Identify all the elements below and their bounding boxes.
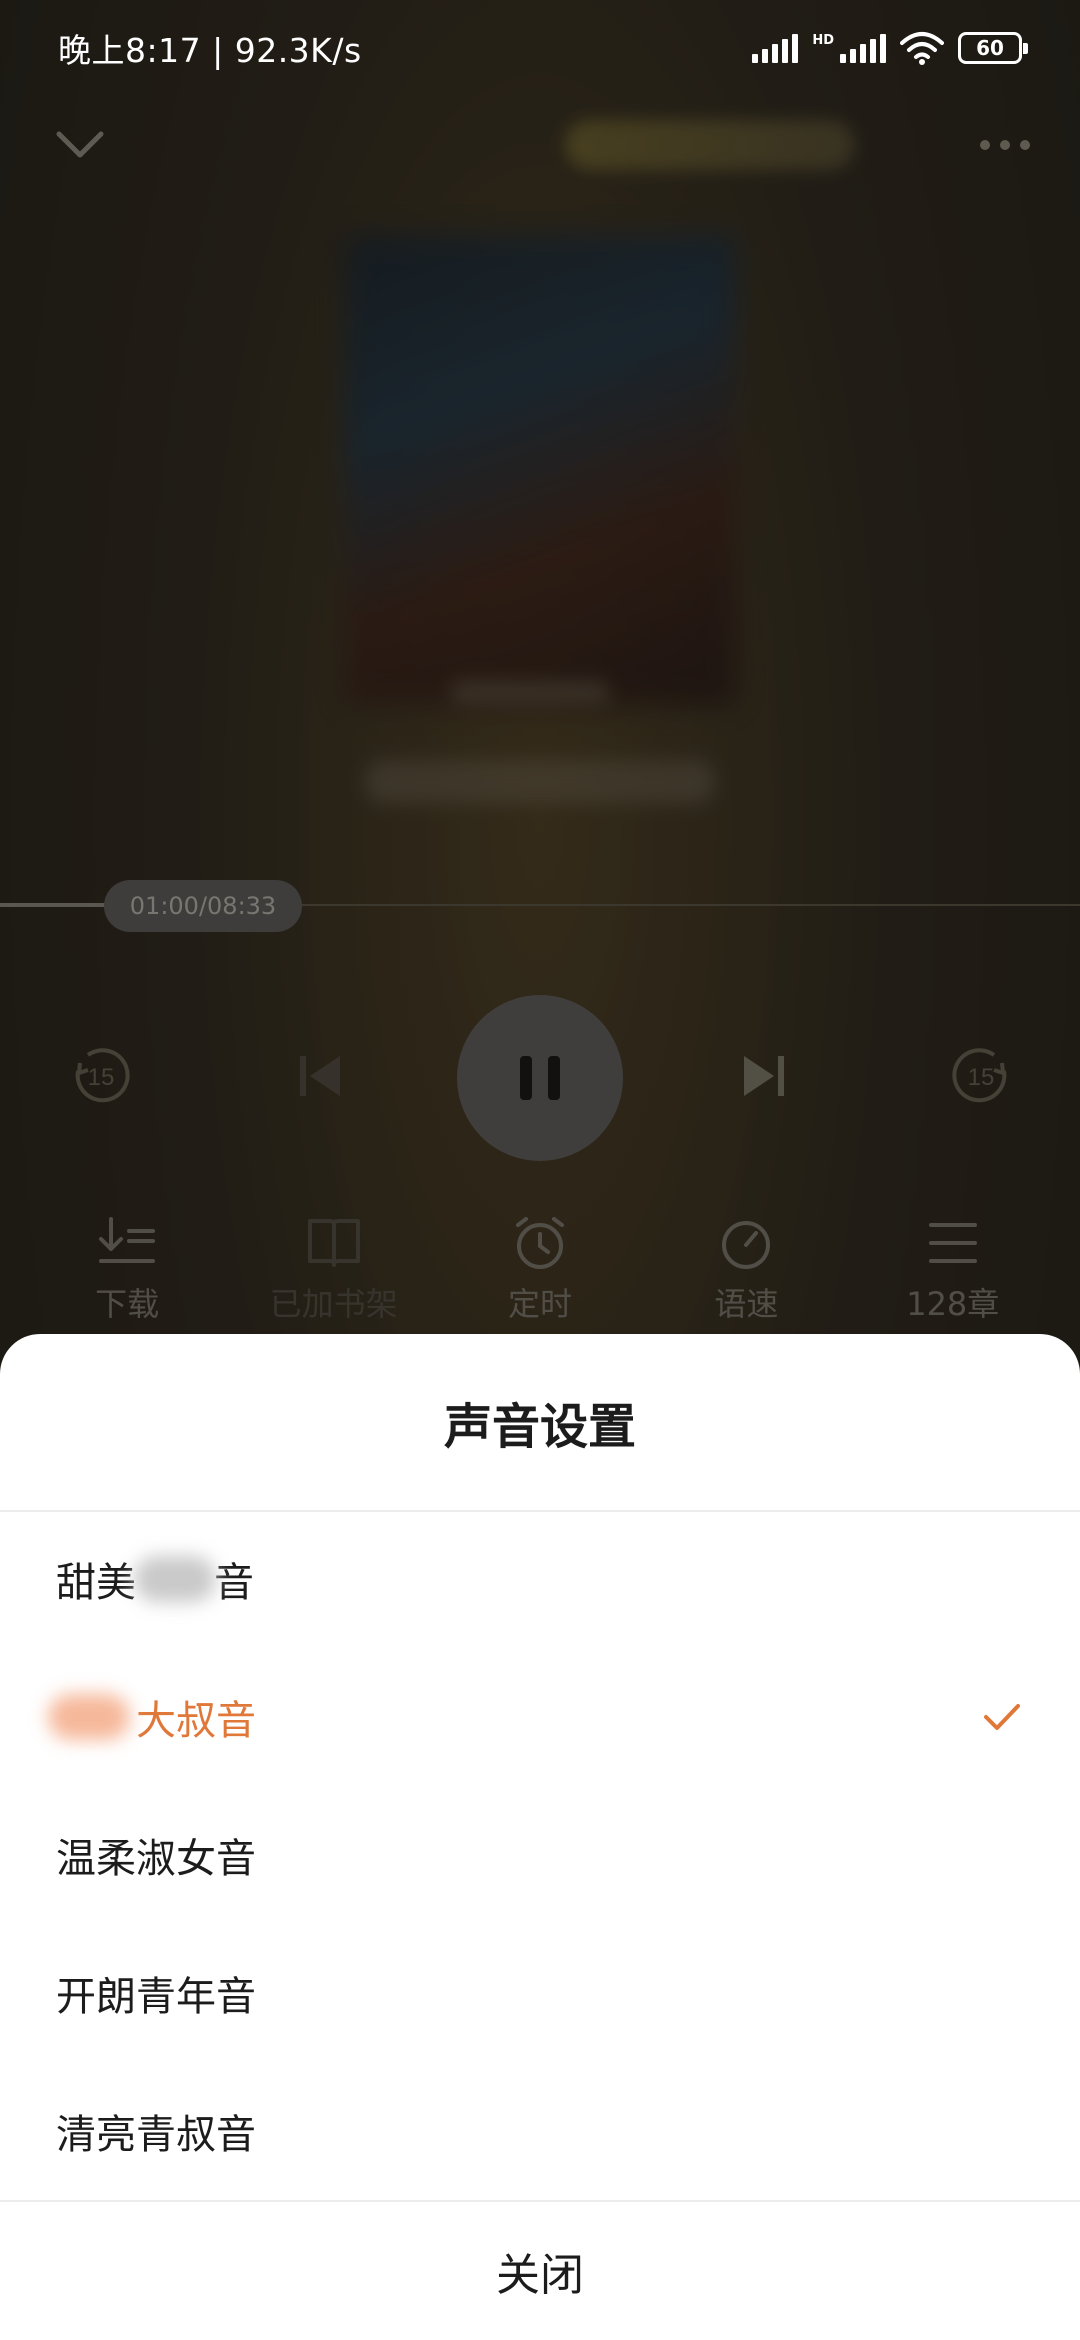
status-icons: HD 60 — [752, 31, 1028, 65]
close-button[interactable]: 关闭 — [0, 2202, 1080, 2340]
battery-level: 60 — [976, 36, 1004, 60]
checkmark-icon — [980, 1695, 1024, 1739]
voice-option-label: 大叔音 — [48, 1688, 256, 1746]
voice-option-uncle[interactable]: 大叔音 — [0, 1648, 1080, 1786]
voice-option-label: 甜美 音 — [56, 1550, 254, 1608]
voice-option-prefix: 甜美 — [56, 1560, 136, 1606]
status-time-speed: 晚上8:17 | 92.3K/s — [58, 31, 362, 70]
voice-option-label: 温柔淑女音 — [56, 1836, 256, 1882]
voice-settings-sheet: 声音设置 甜美 音 大叔音 温柔淑女音 开朗青年音 清亮青叔音 关闭 — [0, 1334, 1080, 2340]
redacted-text — [134, 1556, 216, 1602]
status-bar: 晚上8:17 | 92.3K/s HD 60 — [0, 0, 1080, 96]
wifi-icon — [900, 32, 944, 65]
voice-option-label: 开朗青年音 — [56, 1974, 256, 2020]
voice-option-label: 清亮青叔音 — [56, 2112, 256, 2158]
sheet-title: 声音设置 — [443, 1399, 636, 1455]
voice-option-clear-uncle[interactable]: 清亮青叔音 — [0, 2062, 1080, 2200]
hd-badge: HD — [812, 33, 834, 48]
signal-icon — [752, 33, 799, 63]
signal-hd-icon — [840, 33, 886, 63]
voice-option-suffix: 大叔音 — [136, 1698, 256, 1744]
battery-icon: 60 — [958, 32, 1028, 64]
voice-option-sweet[interactable]: 甜美 音 — [0, 1510, 1080, 1648]
voice-option-cheerful-youth[interactable]: 开朗青年音 — [0, 1924, 1080, 2062]
voice-option-gentle-lady[interactable]: 温柔淑女音 — [0, 1786, 1080, 1924]
voice-option-suffix: 音 — [214, 1560, 254, 1606]
close-label: 关闭 — [496, 2250, 584, 2301]
redacted-text — [48, 1694, 130, 1740]
